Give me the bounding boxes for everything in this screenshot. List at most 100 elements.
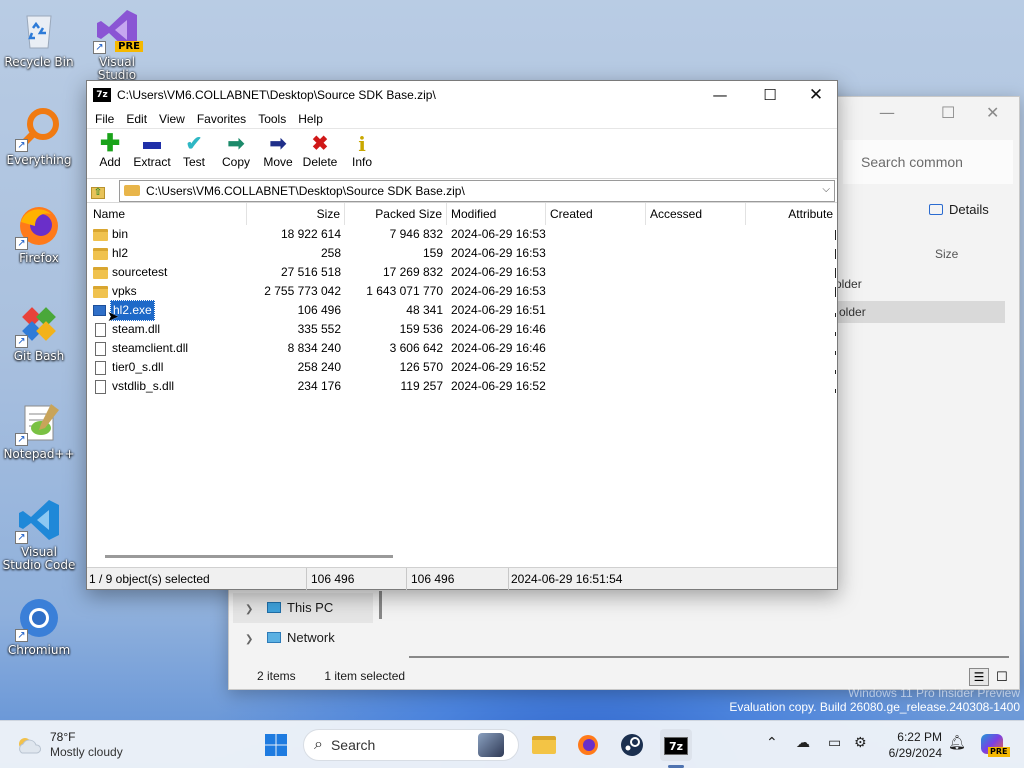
display-icon[interactable]: ▭ <box>828 735 841 751</box>
table-row[interactable]: steam.dll 335 552 159 536 2024-06-29 16:… <box>87 320 837 339</box>
desktop-icon-chromium[interactable]: ↗ Chromium <box>1 594 77 657</box>
firefox-icon: ↗ <box>15 202 63 250</box>
table-row[interactable]: steamclient.dll 8 834 240 3 606 642 2024… <box>87 339 837 358</box>
column-header-size[interactable]: Size <box>935 247 958 261</box>
desktop-icon-label: Recycle Bin <box>4 55 74 69</box>
attribute-marker <box>835 268 836 278</box>
extract-label: Extract <box>133 155 171 169</box>
menu-edit[interactable]: Edit <box>120 112 153 126</box>
file-size: 106 496 <box>297 303 341 317</box>
delete-label: Delete <box>302 155 338 169</box>
desktop-icon-git-bash[interactable]: ↗ Git Bash <box>1 300 77 363</box>
menu-view[interactable]: View <box>153 112 191 126</box>
file-packed-size: 17 269 832 <box>382 265 443 279</box>
taskbar-steam[interactable] <box>616 729 648 761</box>
taskbar: 78°F Mostly cloudy ⌕ Search 7z ⌃ ☁ ▭ ⚙ 6… <box>0 720 1024 768</box>
extract-button[interactable]: Extract <box>131 129 173 178</box>
close-button[interactable]: ✕ <box>793 81 839 109</box>
network-settings-icon[interactable]: ⚙ <box>854 735 867 751</box>
nav-item-this-pc[interactable]: ❯ This PC <box>233 593 373 623</box>
table-row[interactable]: bin 18 922 614 7 946 832 2024-06-29 16:5… <box>87 225 837 244</box>
desktop-icon-firefox[interactable]: ↗ Firefox <box>1 202 77 265</box>
chevron-up-icon[interactable]: ⌃ <box>766 735 778 751</box>
nav-item-network[interactable]: ❯ Network <box>233 623 373 653</box>
info-label: Info <box>351 155 372 169</box>
taskbar-firefox[interactable] <box>572 729 604 761</box>
list-item-selected[interactable]: older <box>837 301 1005 323</box>
table-row-selected[interactable]: hl2.exe ➤ 106 496 48 341 2024-06-29 16:51 <box>87 300 837 324</box>
chevron-right-icon[interactable]: ❯ <box>245 634 253 645</box>
menu-help[interactable]: Help <box>292 112 329 126</box>
table-row[interactable]: vstdlib_s.dll 234 176 119 257 2024-06-29… <box>87 377 837 396</box>
add-label: Add <box>99 155 121 169</box>
chevron-right-icon[interactable]: ❯ <box>245 604 253 615</box>
file-list: bin 18 922 614 7 946 832 2024-06-29 16:5… <box>87 225 837 396</box>
scrollbar-thumb[interactable] <box>379 591 382 619</box>
close-icon[interactable]: ✕ <box>986 103 999 122</box>
details-view-icon[interactable]: ☰ <box>969 668 989 686</box>
search-input[interactable]: Search common <box>843 140 1013 184</box>
test-button[interactable]: ✔ Test <box>173 129 215 178</box>
move-label: Move <box>263 155 293 169</box>
taskbar-file-explorer[interactable] <box>528 729 560 761</box>
menu-file[interactable]: File <box>89 112 120 126</box>
file-modified: 2024-06-29 16:53 <box>451 284 546 298</box>
notepad-plus-plus-icon: ↗ <box>15 398 63 446</box>
bell-icon[interactable]: 🔔︎ <box>948 735 966 751</box>
7zip-window[interactable]: 7z C:\Users\VM6.COLLABNET\Desktop\Source… <box>86 80 838 590</box>
desktop-icon-visual-studio[interactable]: PRE ↗ Visual Studio <box>79 6 155 82</box>
up-folder-button[interactable]: ⇧ <box>87 180 109 202</box>
table-row[interactable]: hl2 258 159 2024-06-29 16:53 <box>87 244 837 263</box>
column-header-attributes[interactable]: Attribute <box>746 203 837 225</box>
path-input[interactable]: C:\Users\VM6.COLLABNET\Desktop\Source SD… <box>119 179 835 202</box>
desktop-icon-everything[interactable]: ↗ Everything <box>1 104 77 167</box>
minimize-button[interactable]: — <box>697 81 743 109</box>
column-header-modified[interactable]: Modified <box>447 203 546 225</box>
list-item[interactable]: older <box>835 277 862 291</box>
clock[interactable]: 6:22 PM 6/29/2024 <box>880 729 942 761</box>
file-size: 18 922 614 <box>280 227 341 241</box>
table-row[interactable]: vpks 2 755 773 042 1 643 071 770 2024-06… <box>87 282 837 301</box>
copilot-button[interactable]: PRE <box>978 729 1010 761</box>
cloud-offline-icon[interactable]: ☁ <box>796 735 810 751</box>
column-header-name[interactable]: Name <box>87 203 247 225</box>
navigation-pane: ❯ This PC ❯ Network <box>233 593 373 663</box>
shortcut-arrow-icon: ↗ <box>15 629 28 642</box>
address-bar: ⇧ C:\Users\VM6.COLLABNET\Desktop\Source … <box>87 179 837 203</box>
desktop-icon-recycle-bin[interactable]: Recycle Bin <box>1 6 77 69</box>
minimize-icon[interactable]: — <box>879 103 895 122</box>
menu-favorites[interactable]: Favorites <box>191 112 252 126</box>
shortcut-arrow-icon: ↗ <box>15 531 28 544</box>
add-button[interactable]: ✚ Add <box>89 129 131 178</box>
horizontal-scrollbar[interactable] <box>105 555 393 558</box>
chevron-down-icon[interactable]: ⌵ <box>822 184 830 195</box>
desktop-icon-notepad-plus-plus[interactable]: ↗ Notepad++ <box>1 398 77 461</box>
file-size: 2 755 773 042 <box>264 284 341 298</box>
menu-tools[interactable]: Tools <box>252 112 292 126</box>
horizontal-scrollbar[interactable] <box>409 656 1009 658</box>
maximize-button[interactable]: ☐ <box>747 81 793 109</box>
table-row[interactable]: sourcetest 27 516 518 17 269 832 2024-06… <box>87 263 837 282</box>
maximize-icon[interactable]: ☐ <box>941 103 955 122</box>
desktop-icon-vscode[interactable]: ↗ Visual Studio Code <box>1 496 77 572</box>
plus-icon: ✚ <box>99 130 121 157</box>
table-row[interactable]: tier0_s.dll 258 240 126 570 2024-06-29 1… <box>87 358 837 377</box>
status-bar: 1 / 9 object(s) selected 106 496 106 496… <box>87 567 837 590</box>
column-header-created[interactable]: Created <box>546 203 646 225</box>
move-button[interactable]: ➡ Move <box>257 129 299 178</box>
search-label: Search <box>330 737 376 753</box>
taskbar-search[interactable]: ⌕ Search <box>303 729 519 761</box>
details-button[interactable]: Details <box>929 202 989 217</box>
cloud-icon <box>16 735 44 755</box>
column-header-packed-size[interactable]: Packed Size <box>345 203 447 225</box>
column-header-size[interactable]: Size <box>247 203 345 225</box>
column-header-accessed[interactable]: Accessed <box>646 203 746 225</box>
taskbar-7zip[interactable]: 7z <box>660 729 692 761</box>
weather-widget[interactable]: 78°F Mostly cloudy <box>16 730 123 760</box>
info-button[interactable]: i Info <box>341 129 383 178</box>
start-button[interactable] <box>260 729 292 761</box>
attribute-marker <box>835 287 836 297</box>
delete-button[interactable]: ✖ Delete <box>299 129 341 178</box>
copy-button[interactable]: ➡ Copy <box>215 129 257 178</box>
file-size: 27 516 518 <box>280 265 341 279</box>
